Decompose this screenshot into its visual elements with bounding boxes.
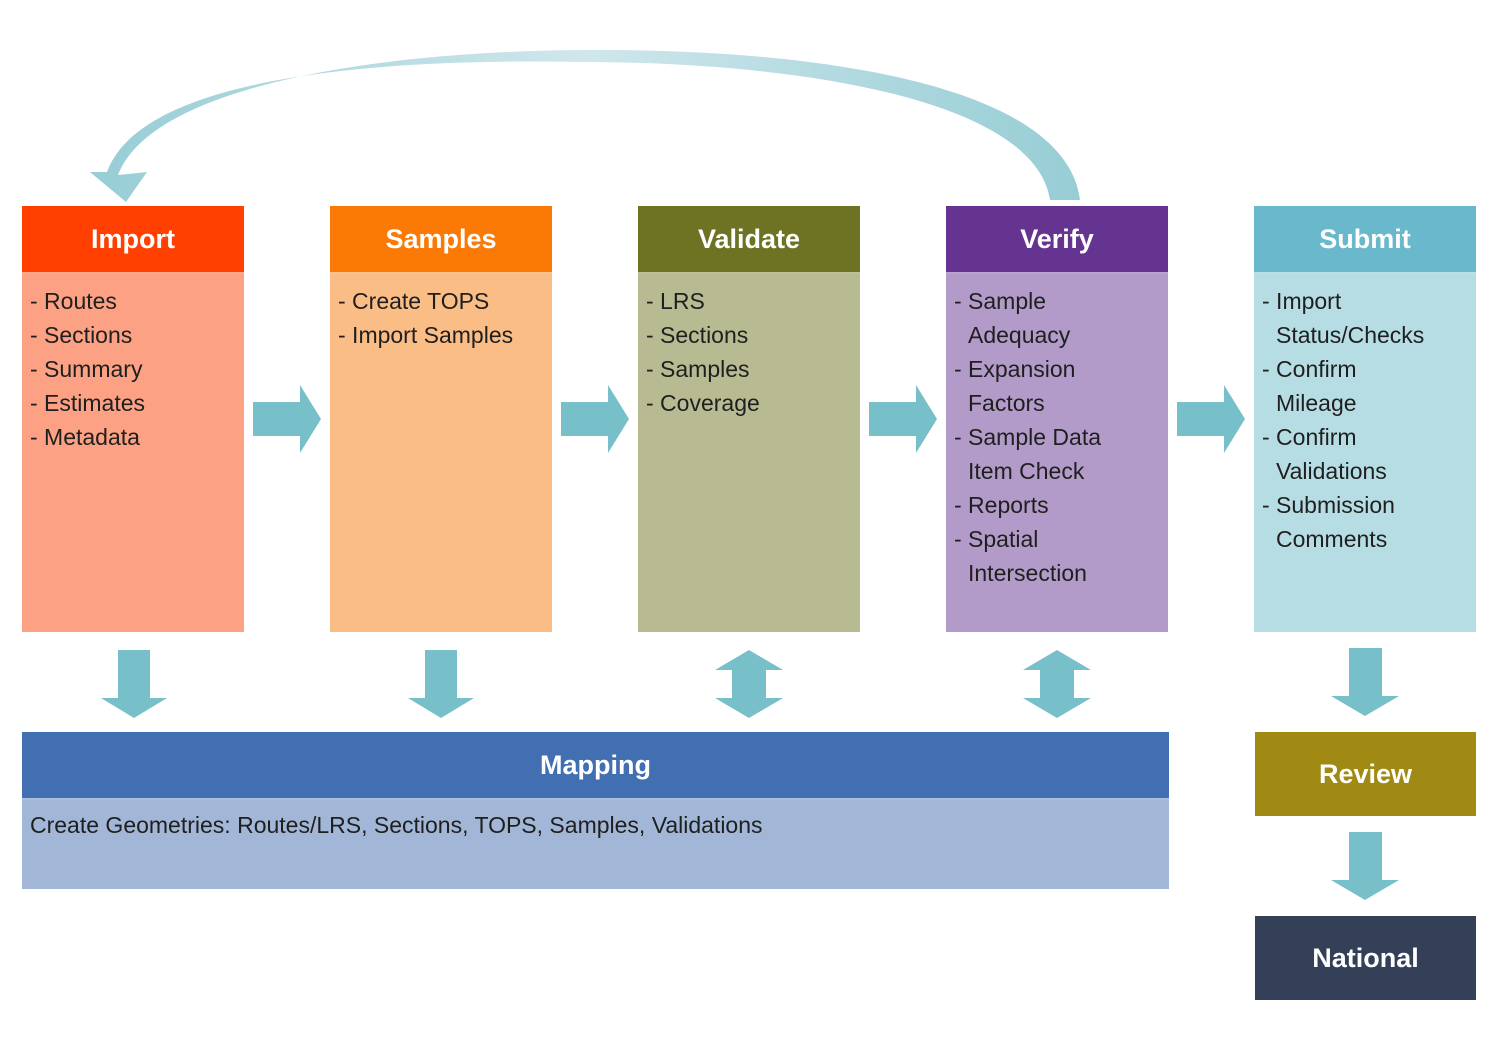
list-item-continuation: Status/Checks — [1276, 322, 1425, 348]
list-item-text: - Sample Data — [954, 424, 1102, 450]
stage-list-item: - Metadata — [30, 420, 236, 454]
list-item-text: - Import — [1262, 288, 1342, 314]
stage-header: Import — [22, 206, 244, 274]
review-box: Review — [1255, 732, 1476, 816]
arrow-bidirectional-validate-mapping — [715, 650, 783, 718]
stage-list-item: - Confirm Mileage — [1262, 352, 1468, 420]
list-item-text: - Routes — [30, 288, 117, 314]
stage-samples: Samples - Create TOPS - Import Samples — [330, 206, 552, 632]
list-item-text: - Sections — [30, 322, 133, 348]
list-item-text: - LRS — [646, 288, 705, 314]
stage-list-item: - Routes — [30, 284, 236, 318]
arrow-right-verify-submit — [1177, 385, 1245, 453]
stage-list-item: - Sections — [646, 318, 852, 352]
stage-list-item: - Create TOPS — [338, 284, 544, 318]
stage-list-item: - Reports — [954, 488, 1160, 522]
arrow-right-samples-validate — [561, 385, 629, 453]
list-item-continuation: Item Check — [968, 458, 1085, 484]
stage-list-item: - Samples — [646, 352, 852, 386]
list-item-text: - Reports — [954, 492, 1049, 518]
arrow-down-submit-review — [1331, 648, 1399, 716]
list-item-text: - Coverage — [646, 390, 760, 416]
list-item-continuation: Factors — [968, 390, 1045, 416]
stage-list-item: - Coverage — [646, 386, 852, 420]
stage-header: Validate — [638, 206, 860, 274]
arrow-down-import-mapping — [101, 650, 167, 718]
list-item-text: - Expansion — [954, 356, 1076, 382]
stage-body: - Import Status/Checks - Confirm Mileage - C… — [1254, 274, 1476, 632]
arrow-down-samples-mapping — [408, 650, 474, 718]
list-item-continuation: Comments — [1276, 526, 1388, 552]
stage-body: - Sample Adequacy - Expansion Factors - Samp… — [946, 274, 1168, 632]
arrow-right-import-samples — [253, 385, 321, 453]
list-item-text: - Create TOPS — [338, 288, 490, 314]
stage-import: Import - Routes - Sections - Summary - Esti… — [22, 206, 244, 632]
stage-header: Samples — [330, 206, 552, 274]
list-item-continuation: Intersection — [968, 560, 1087, 586]
workflow-diagram: Import - Routes - Sections - Summary - Esti… — [0, 0, 1500, 1050]
stage-body: - LRS - Sections - Samples - Coverage — [638, 274, 860, 632]
stage-list-item: - Submission Comments — [1262, 488, 1468, 556]
stage-list-item: - Expansion Factors — [954, 352, 1160, 420]
list-item-text: - Spatial — [954, 526, 1039, 552]
stage-list-item: - LRS — [646, 284, 852, 318]
list-item-text: - Samples — [646, 356, 750, 382]
stage-list-item: - Sample Adequacy — [954, 284, 1160, 352]
national-box: National — [1255, 916, 1476, 1000]
stage-submit: Submit - Import Status/Checks - Confirm Mil… — [1254, 206, 1476, 632]
arrow-down-review-national — [1331, 832, 1399, 900]
stage-list-item: - Confirm Validations — [1262, 420, 1468, 488]
arrow-right-validate-verify — [869, 385, 937, 453]
list-item-text: - Summary — [30, 356, 143, 382]
list-item-text: - Metadata — [30, 424, 140, 450]
stage-verify: Verify - Sample Adequacy - Expansion Factor… — [946, 206, 1168, 632]
stage-header: Submit — [1254, 206, 1476, 274]
stage-list-item: - Spatial Intersection — [954, 522, 1160, 590]
stage-list-item: - Sections — [30, 318, 236, 352]
list-item-text: - Sample — [954, 288, 1047, 314]
mapping-description: Create Geometries: Routes/LRS, Sections,… — [22, 800, 1169, 889]
loop-arrow-verify-to-import — [90, 49, 1080, 202]
stage-list-item: - Summary — [30, 352, 236, 386]
arrow-bidirectional-verify-mapping — [1023, 650, 1091, 718]
stage-list-item: - Import Samples — [338, 318, 544, 352]
list-item-text: - Confirm — [1262, 356, 1357, 382]
stage-validate: Validate - LRS - Sections - Samples - Cover… — [638, 206, 860, 632]
stage-list-item: - Estimates — [30, 386, 236, 420]
list-item-text: - Submission — [1262, 492, 1395, 518]
list-item-continuation: Adequacy — [968, 322, 1071, 348]
list-item-text: - Sections — [646, 322, 749, 348]
list-item-continuation: Mileage — [1276, 390, 1357, 416]
stage-body: - Create TOPS - Import Samples — [330, 274, 552, 632]
stage-list-item: - Import Status/Checks — [1262, 284, 1468, 352]
list-item-text: - Import Samples — [338, 322, 514, 348]
stage-list-item: - Sample Data Item Check — [954, 420, 1160, 488]
list-item-text: - Estimates — [30, 390, 146, 416]
list-item-continuation: Validations — [1276, 458, 1387, 484]
stage-header: Verify — [946, 206, 1168, 274]
list-item-text: - Confirm — [1262, 424, 1357, 450]
mapping-box: Mapping Create Geometries: Routes/LRS, S… — [22, 732, 1169, 889]
mapping-header: Mapping — [22, 732, 1169, 800]
stage-body: - Routes - Sections - Summary - Estimates - … — [22, 274, 244, 632]
